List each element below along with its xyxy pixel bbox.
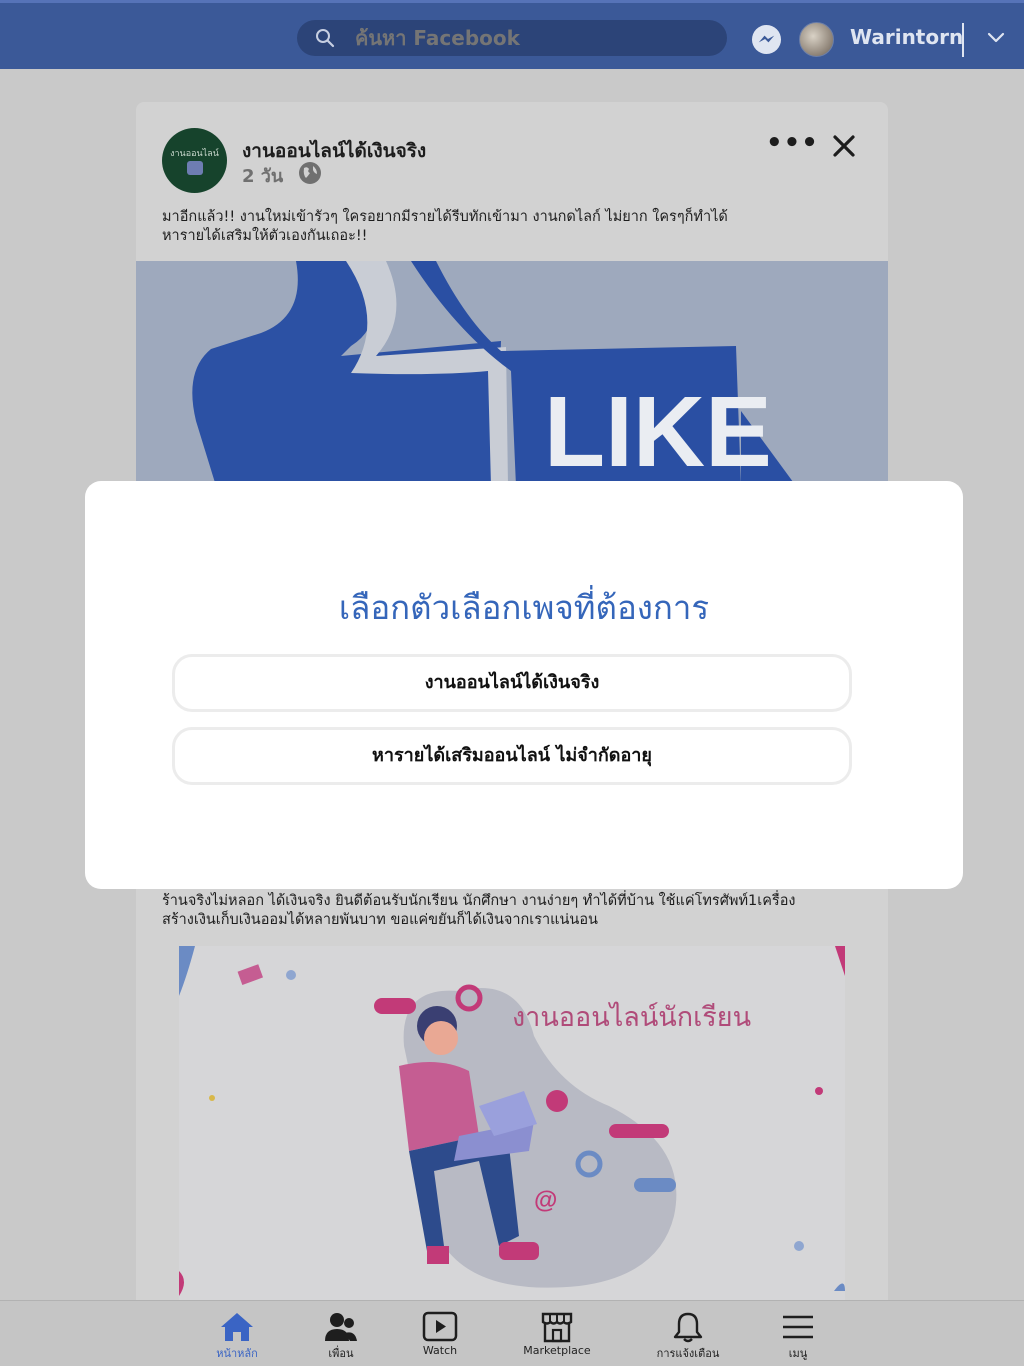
more-options-icon[interactable]: ••• [766, 130, 818, 160]
menu-icon [783, 1315, 813, 1339]
search-bar[interactable] [297, 20, 727, 56]
nav-label: เพื่อน [328, 1347, 354, 1360]
page-option-button[interactable]: งานออนไลน์ได้เงินจริง [172, 654, 852, 712]
nav-item-home[interactable]: หน้าหลัก [214, 1311, 260, 1362]
profile-name[interactable]: Warintorn [850, 25, 963, 49]
post-text-line: สร้างเงินเก็บเงินออมได้หลายพันบาท ขอแค่ข… [162, 912, 598, 928]
page-avatar[interactable]: งานออนไลน์ [162, 128, 227, 193]
svg-text:@: @ [534, 1187, 557, 1214]
promo-title: งานออนไลน์นักเรียน [512, 1001, 751, 1033]
nav-item-menu[interactable]: เมนู [780, 1311, 816, 1362]
like-image-text: LIKE [544, 376, 772, 486]
nav-item-notifications[interactable]: การแจ้งเตือน [652, 1311, 724, 1362]
post-text-line: มาอีกแล้ว!! งานใหม่เข้ารัวๆ ใครอยากมีราย… [162, 209, 728, 225]
modal-title: เลือกตัวเลือกเพจที่ต้องการ [338, 588, 710, 627]
like-image[interactable]: LIKE [136, 261, 888, 486]
nav-item-marketplace[interactable]: Marketplace [518, 1311, 596, 1357]
close-icon[interactable] [830, 132, 858, 160]
chevron-down-icon[interactable] [986, 30, 1006, 46]
messenger-icon[interactable] [751, 24, 782, 55]
post-text-line: หารายได้เสริมให้ตัวเองกันเถอะ!! [162, 228, 368, 244]
thumbs-up-icon [187, 161, 203, 175]
nav-item-watch[interactable]: Watch [418, 1311, 462, 1357]
nav-label: Marketplace [523, 1344, 591, 1357]
profile-avatar[interactable] [799, 22, 834, 57]
nav-label: เมนู [788, 1347, 808, 1360]
page-selection-modal: เลือกตัวเลือกเพจที่ต้องการ งานออนไลน์ได้… [85, 481, 963, 889]
post-text-2: ร้านจริงไม่หลอก ได้เงินจริง ยินดีต้อนรับ… [162, 892, 862, 930]
bell-icon [673, 1312, 703, 1343]
watch-icon [422, 1311, 458, 1342]
top-navigation-bar: Warintorn [0, 0, 1024, 69]
page-avatar-text: งานออนไลน์ [170, 149, 219, 159]
page-option-button[interactable]: หารายได้เสริมออนไลน์ ไม่จำกัดอายุ [172, 727, 852, 785]
home-icon [221, 1313, 253, 1341]
nav-label: การแจ้งเตือน [656, 1347, 720, 1360]
globe-icon [299, 162, 321, 184]
student-laptop-illustration: @ งานออนไลน์นักเรียน [179, 946, 845, 1302]
post-text: มาอีกแล้ว!! งานใหม่เข้ารัวๆ ใครอยากมีราย… [162, 208, 862, 246]
promo-image[interactable]: @ งานออนไลน์นักเรียน [179, 946, 845, 1302]
friends-icon [325, 1313, 357, 1341]
bottom-navigation: หน้าหลัก เพื่อน Watch Marketplace การแจ้… [0, 1300, 1024, 1366]
nav-item-friends[interactable]: เพื่อน [318, 1311, 364, 1362]
topbar-divider [962, 23, 964, 57]
post-time[interactable]: 2 วัน [242, 161, 283, 190]
nav-label: หน้าหลัก [216, 1347, 258, 1360]
search-input[interactable] [355, 20, 715, 56]
post-text-line: ร้านจริงไม่หลอก ได้เงินจริง ยินดีต้อนรับ… [162, 893, 796, 909]
thumbs-up-illustration: LIKE [136, 261, 888, 486]
marketplace-icon [541, 1312, 573, 1343]
nav-label: Watch [422, 1344, 458, 1357]
search-icon [316, 29, 335, 48]
